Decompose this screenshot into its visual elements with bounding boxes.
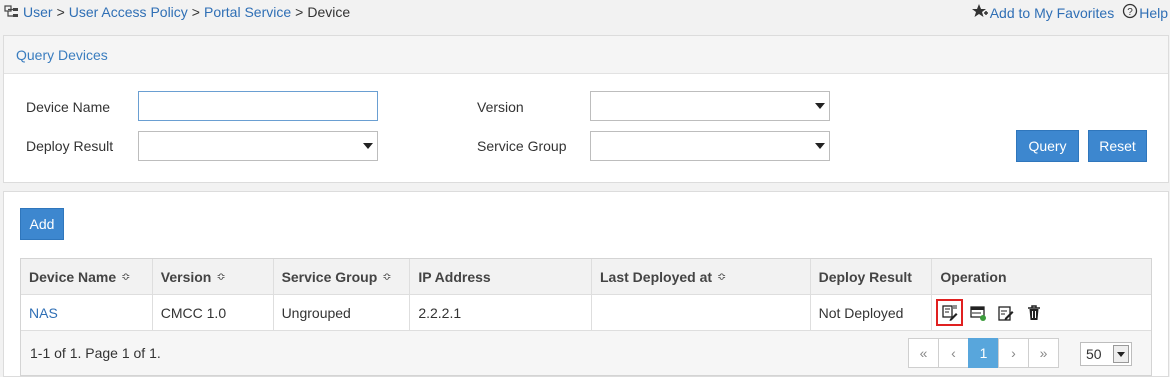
delete-icon[interactable]: [1023, 302, 1045, 324]
add-favorites-label: Add to My Favorites: [989, 4, 1115, 21]
top-bar: User > User Access Policy > Portal Service > D…: [0, 0, 1170, 26]
page-summary: 1-1 of 1. Page 1 of 1.: [30, 345, 161, 361]
breadcrumb-separator: >: [295, 4, 304, 20]
breadcrumb-separator: >: [191, 4, 200, 20]
next-page-button[interactable]: ›: [998, 338, 1029, 368]
sort-icon: ≎: [717, 271, 727, 283]
last-page-button[interactable]: »: [1028, 338, 1059, 368]
device-name-link[interactable]: NAS: [29, 305, 58, 321]
device-name-input[interactable]: [138, 91, 378, 121]
sort-icon: ≎: [382, 271, 392, 283]
user-tree-icon: [4, 5, 20, 20]
query-button[interactable]: Query: [1016, 130, 1079, 162]
add-button[interactable]: Add: [20, 208, 64, 240]
col-service-group[interactable]: Service Group ≎: [274, 259, 411, 294]
breadcrumb-user-access-policy[interactable]: User Access Policy: [69, 4, 188, 20]
svg-text:?: ?: [1127, 7, 1133, 18]
breadcrumb-separator: >: [56, 4, 65, 20]
deploy-result-select[interactable]: [138, 131, 378, 161]
service-group-select[interactable]: [590, 131, 830, 161]
reset-button[interactable]: Reset: [1088, 130, 1147, 162]
prev-page-button[interactable]: ‹: [938, 338, 969, 368]
ip-address-cell: 2.2.2.1: [410, 295, 592, 330]
sort-icon: ≎: [216, 271, 226, 283]
top-links: Add to My Favorites ? Help: [963, 3, 1168, 22]
chevron-down-icon: [815, 103, 825, 109]
page-size-select[interactable]: 50: [1080, 342, 1132, 366]
table-row: NAS CMCC 1.0 Ungrouped 2.2.2.1 Not Deplo…: [21, 295, 1151, 331]
last-deployed-cell: [592, 295, 811, 330]
add-favorites-link[interactable]: Add to My Favorites: [971, 3, 1115, 22]
chevron-down-icon: [363, 143, 373, 149]
page-size-value: 50: [1086, 346, 1102, 362]
deploy-result-label: Deploy Result: [26, 138, 114, 154]
page-1-button[interactable]: 1: [968, 338, 999, 368]
edit-icon[interactable]: [995, 302, 1017, 324]
device-list-panel: Add Device Name ≎ Version ≎ Service Group ≎…: [3, 191, 1169, 377]
breadcrumb: User > User Access Policy > Portal Service > D…: [23, 4, 350, 20]
col-operation: Operation: [940, 268, 1007, 285]
version-select[interactable]: [590, 91, 830, 121]
breadcrumb-current: Device: [307, 4, 351, 20]
pagination: « ‹ 1 › »: [908, 338, 1059, 368]
version-cell: CMCC 1.0: [153, 295, 274, 330]
breadcrumb-portal-service[interactable]: Portal Service: [204, 4, 291, 20]
device-table: Device Name ≎ Version ≎ Service Group ≎ IP …: [20, 258, 1152, 376]
help-label: Help: [1139, 4, 1168, 21]
table-header: Device Name ≎ Version ≎ Service Group ≎ IP …: [21, 259, 1151, 295]
chevron-down-icon: [815, 143, 825, 149]
service-group-label: Service Group: [477, 138, 567, 154]
query-panel-title: Query Devices: [4, 36, 1168, 74]
col-version[interactable]: Version ≎: [153, 259, 274, 294]
chevron-down-icon: [1113, 345, 1129, 363]
service-group-cell: Ungrouped: [274, 295, 411, 330]
operation-cell: [932, 295, 1151, 330]
deploy-icon[interactable]: [936, 299, 964, 326]
col-device-name[interactable]: Device Name ≎: [21, 259, 153, 294]
col-last-deployed-at[interactable]: Last Deployed at ≎: [592, 259, 811, 294]
query-devices-panel: Query Devices Device Name Version Deploy…: [3, 35, 1169, 183]
col-deploy-result: Deploy Result: [811, 259, 933, 294]
first-page-button[interactable]: «: [908, 338, 939, 368]
help-icon: ?: [1122, 3, 1139, 22]
deploy-result-cell: Not Deployed: [811, 295, 933, 330]
version-label: Version: [477, 99, 524, 115]
device-name-label: Device Name: [26, 99, 111, 115]
star-icon: [971, 3, 990, 22]
sort-icon: ≎: [121, 271, 131, 283]
help-link[interactable]: ? Help: [1122, 3, 1168, 22]
sync-icon[interactable]: [967, 302, 989, 324]
table-footer: 1-1 of 1. Page 1 of 1. « ‹ 1 › » 50: [21, 331, 1151, 375]
col-ip-address: IP Address: [410, 259, 592, 294]
breadcrumb-user[interactable]: User: [23, 4, 53, 20]
